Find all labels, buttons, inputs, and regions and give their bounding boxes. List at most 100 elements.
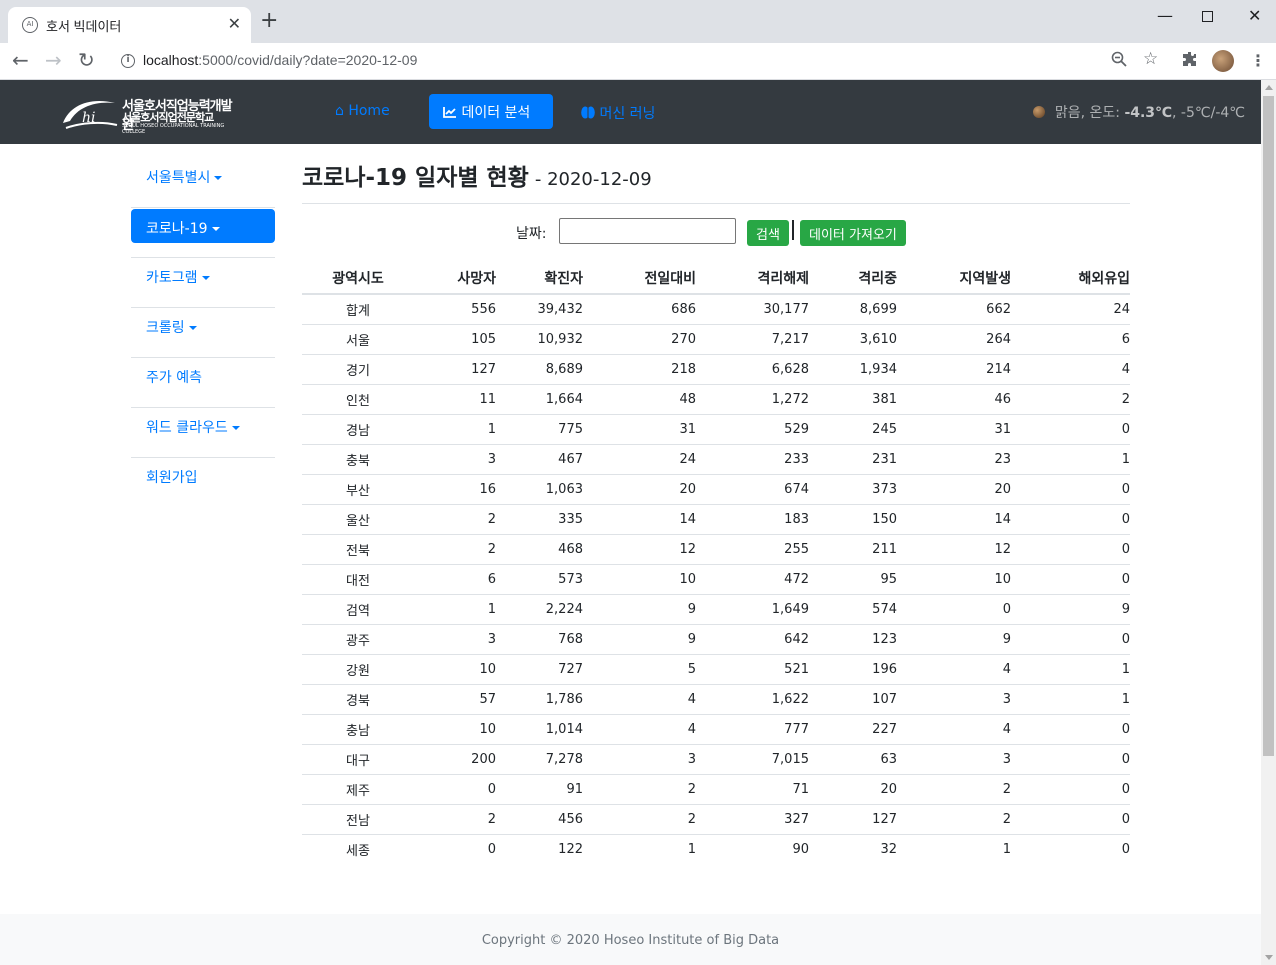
value-cell: 5 (583, 653, 696, 684)
value-cell: 10 (414, 713, 496, 744)
tab-close-icon[interactable]: ✕ (228, 14, 241, 33)
table-row: 경기 127 8,689 218 6,628 1,934 214 4 (302, 353, 1130, 384)
new-tab-icon[interactable]: + (260, 10, 278, 32)
search-button[interactable]: 검색 (747, 220, 789, 246)
value-cell: 1,664 (496, 383, 583, 414)
value-cell: 20 (809, 773, 897, 804)
value-cell: 0 (1011, 473, 1130, 504)
value-cell: 9 (583, 623, 696, 654)
fetch-data-button[interactable]: 데이터 가져오기 (800, 220, 906, 246)
sidebar-item-word-cloud[interactable]: 워드 클라우드 (131, 408, 275, 458)
extensions-icon[interactable] (1182, 51, 1198, 71)
sidebar-item-crawling[interactable]: 크롤링 (131, 308, 275, 358)
sidebar-item-stock-prediction[interactable]: 주가 예측 (131, 358, 275, 408)
sidebar-item-seoul[interactable]: 서울특별시 (131, 158, 275, 208)
value-cell: 10 (414, 653, 496, 684)
value-cell: 20 (583, 473, 696, 504)
table-header-row: 광역시도 사망자 확진자 전일대비 격리해제 격리중 지역발생 해외유입 (302, 263, 1130, 295)
nav-data-analysis-label: 데이터 분석 (461, 105, 531, 121)
value-cell: 200 (414, 743, 496, 774)
page-title-text: 코로나-19 일자별 현황 (302, 165, 529, 191)
value-cell: 4 (583, 713, 696, 744)
value-cell: 467 (496, 443, 583, 474)
sidebar-item-covid[interactable]: 코로나-19 (131, 208, 275, 258)
table-row: 서울 105 10,932 270 7,217 3,610 264 6 (302, 323, 1130, 354)
value-cell: 0 (1011, 563, 1130, 594)
value-cell: 123 (809, 623, 897, 654)
value-cell: 105 (414, 323, 496, 354)
reload-icon[interactable]: ↻ (78, 49, 95, 71)
footer: Copyright © 2020 Hoseo Institute of Big … (0, 914, 1261, 965)
date-input[interactable] (559, 218, 736, 244)
value-cell: 775 (496, 413, 583, 444)
scroll-thumb[interactable] (1263, 96, 1274, 756)
nav-home[interactable]: ⌂ Home (335, 103, 390, 119)
region-cell: 서울 (302, 323, 414, 354)
value-cell: 107 (809, 683, 897, 714)
bookmark-star-icon[interactable]: ☆ (1143, 49, 1158, 69)
region-cell: 충남 (302, 713, 414, 744)
table-row: 전북 2 468 12 255 211 12 0 (302, 533, 1130, 564)
divider (302, 203, 1130, 204)
back-icon[interactable]: ← (12, 49, 29, 71)
value-cell: 227 (809, 713, 897, 744)
page-scrollbar[interactable] (1261, 80, 1276, 965)
value-cell: 768 (496, 623, 583, 654)
url-host: localhost (143, 52, 199, 68)
value-cell: 16 (414, 473, 496, 504)
address-bar[interactable]: localhost:5000/covid/daily?date=2020-12-… (143, 52, 417, 68)
value-cell: 8,689 (496, 353, 583, 384)
value-cell: 0 (1011, 833, 1130, 864)
value-cell: 30,177 (763, 301, 810, 317)
value-cell: 1 (1011, 443, 1130, 474)
value-cell: 1 (583, 833, 696, 864)
profile-avatar[interactable] (1212, 50, 1234, 72)
column-header: 해외유입 (1011, 263, 1130, 295)
value-cell: 211 (809, 533, 897, 564)
caret-down-icon (231, 426, 240, 430)
maximize-icon[interactable] (1202, 7, 1213, 26)
value-cell: 1,063 (496, 473, 583, 504)
nav-machine-learning[interactable]: 머신 러닝 (581, 103, 655, 123)
value-cell: 1 (414, 413, 496, 444)
close-window-icon[interactable]: ✕ (1248, 6, 1261, 25)
zoom-icon[interactable] (1111, 51, 1127, 71)
value-cell: 11 (414, 383, 496, 414)
scroll-up-icon[interactable] (1265, 85, 1273, 90)
site-logo[interactable]: hi 서울호서직업능력개발원 서울호서직업전문학교 SEOUL HOSEO OC… (60, 93, 235, 135)
browser-tab[interactable]: AI 호서 빅데이터 ✕ (8, 7, 251, 43)
value-cell: 0 (1011, 623, 1130, 654)
forward-icon[interactable]: → (45, 49, 62, 71)
tab-title: 호서 빅데이터 (46, 19, 122, 34)
column-header: 격리중 (809, 263, 897, 295)
sidebar-item-signup[interactable]: 회원가입 (131, 458, 275, 508)
value-cell: 6 (414, 563, 496, 594)
value-cell: 0 (1011, 413, 1130, 444)
weather-range: , -5℃/-4℃ (1172, 105, 1245, 121)
value-cell: 245 (809, 413, 897, 444)
sidebar-item-label: 크롤링 (146, 320, 185, 336)
value-cell: 7,278 (496, 743, 583, 774)
sidebar-item-cartogram[interactable]: 카토그램 (131, 258, 275, 308)
value-cell: 2 (897, 773, 1011, 804)
caret-down-icon (214, 176, 223, 180)
menu-kebab-icon[interactable]: ⋮ (1250, 51, 1266, 70)
value-cell: 777 (696, 713, 809, 744)
column-header: 광역시도 (302, 263, 414, 295)
region-cell: 검역 (302, 593, 414, 624)
value-cell: 9 (583, 593, 696, 624)
nav-data-analysis[interactable]: 데이터 분석 (429, 94, 553, 129)
site-info-icon[interactable]: i (121, 54, 135, 68)
value-cell: 556 (471, 301, 496, 317)
value-cell: 521 (696, 653, 809, 684)
region-cell: 전남 (302, 803, 414, 834)
table-row: 강원 10 727 5 521 196 4 1 (302, 653, 1130, 684)
value-cell: 573 (496, 563, 583, 594)
region-cell: 경북 (302, 683, 414, 714)
value-cell: 91 (496, 773, 583, 804)
minimize-icon[interactable]: — (1157, 6, 1173, 25)
value-cell: 12 (897, 533, 1011, 564)
value-cell: 31 (897, 413, 1011, 444)
scroll-down-icon[interactable] (1265, 955, 1273, 960)
region-cell: 대구 (302, 743, 414, 774)
